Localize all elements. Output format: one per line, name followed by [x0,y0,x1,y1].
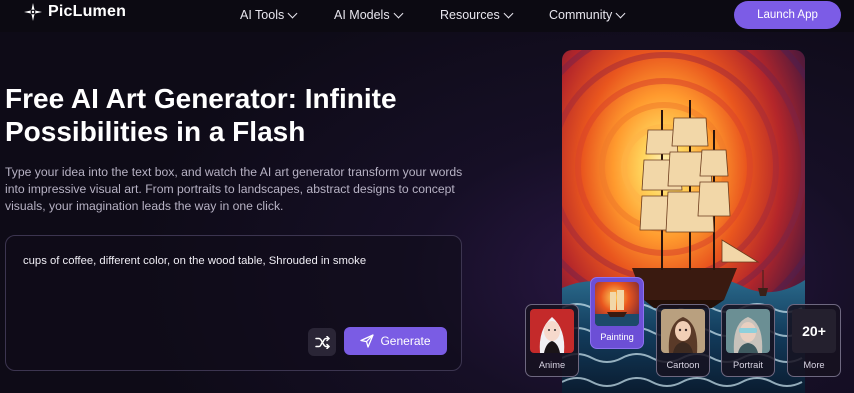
brand-name: PicLumen [48,3,127,20]
chevron-down-icon [393,8,404,18]
style-label: Cartoon [666,360,700,370]
nav-label: Community [549,8,613,22]
painting-ship-thumb-icon [595,282,639,326]
generate-button[interactable]: Generate [344,327,447,355]
shuffle-icon [314,335,330,349]
prompt-text[interactable]: cups of coffee, different color, on the … [23,255,366,267]
cartoon-portrait-thumb-icon [661,309,705,353]
page-title: Free AI Art Generator: Infinite Possibil… [5,82,445,148]
style-label: Anime [538,360,566,370]
prompt-input[interactable]: cups of coffee, different color, on the … [5,235,462,371]
nav-label: AI Models [334,8,390,22]
title-line-1: Free AI Art Generator: Infinite [5,83,397,114]
title-line-2: Possibilities in a Flash [5,116,306,147]
top-nav: PicLumen AI Tools AI Models Resources Co… [0,0,854,32]
launch-app-button[interactable]: Launch App [734,1,841,29]
sparkle-logo-icon [24,3,42,21]
style-option-painting[interactable]: Painting [590,277,644,349]
nav-resources[interactable]: Resources [440,8,514,22]
generate-label: Generate [380,334,431,348]
style-option-cartoon[interactable]: Cartoon [656,304,710,377]
nav-ai-models[interactable]: AI Models [334,8,404,22]
chevron-down-icon [287,8,298,18]
style-label: Painting [600,332,634,342]
nav-label: AI Tools [240,8,285,22]
style-option-portrait[interactable]: Portrait [721,304,775,377]
anime-portrait-thumb-icon [530,309,574,353]
shuffle-prompt-button[interactable] [308,328,336,356]
style-label: More [803,360,825,370]
send-icon [360,334,375,348]
nav-community[interactable]: Community [549,8,626,22]
style-label: Portrait [733,360,763,370]
portrait-thumb-icon [726,309,770,353]
style-option-anime[interactable]: Anime [525,304,579,377]
chevron-down-icon [615,8,626,18]
hero-description: Type your idea into the text box, and wa… [5,165,463,213]
more-count: 20+ [792,309,836,353]
brand-logo[interactable]: PicLumen [24,3,126,21]
style-option-more[interactable]: 20+ More [787,304,841,377]
nav-ai-tools[interactable]: AI Tools [240,8,298,22]
nav-label: Resources [440,8,500,22]
chevron-down-icon [503,8,514,18]
